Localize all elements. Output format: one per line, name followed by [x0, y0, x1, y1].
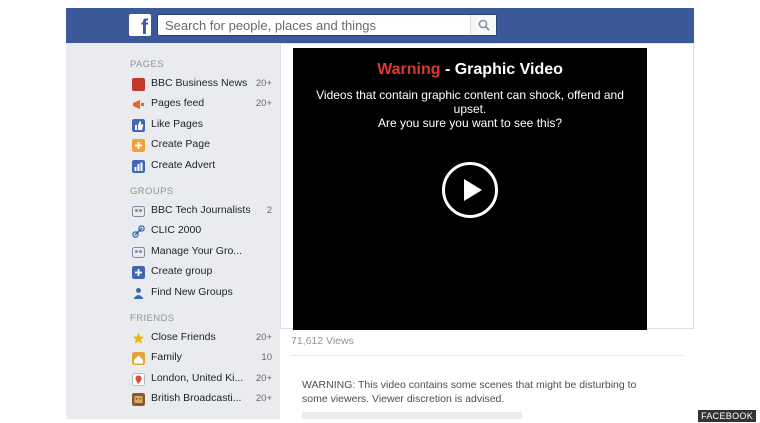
- warning-message-line: Videos that contain graphic content can …: [316, 88, 624, 116]
- view-count: 71,612 Views: [291, 335, 354, 347]
- graphic-warning-message: Videos that contain graphic content can …: [303, 88, 637, 130]
- play-icon: [464, 179, 482, 201]
- section-title-friends: FRIENDS: [130, 313, 175, 324]
- sidebar-item-like-pages[interactable]: Like Pages: [132, 118, 272, 134]
- sidebar-item-count: 20+: [255, 373, 272, 384]
- star-icon: [132, 332, 145, 344]
- sidebar-item-label: BBC Business News: [151, 77, 248, 89]
- sidebar-item-create-group[interactable]: Create group: [132, 265, 272, 281]
- sidebar-item-bbc-tech-journalists[interactable]: BBC Tech Journalists 2: [132, 204, 272, 220]
- sidebar-item-label: Create Advert: [151, 159, 216, 171]
- location-icon: [132, 373, 145, 386]
- main-content: Warning - Graphic Video Videos that cont…: [280, 43, 694, 419]
- thumbs-up-icon: [132, 119, 145, 132]
- left-sidebar: PAGES BBC Business News 20+ Pages feed 2…: [66, 43, 280, 419]
- graphic-warning-title: Warning - Graphic Video: [293, 61, 647, 79]
- sidebar-item-close-friends[interactable]: Close Friends 20+: [132, 331, 272, 347]
- sidebar-item-count: 20+: [255, 393, 272, 404]
- warning-question-line: Are you sure you want to see this?: [377, 116, 563, 130]
- sidebar-item-label: Find New Groups: [151, 286, 233, 298]
- sidebar-item-count: 2: [266, 205, 272, 216]
- warning-word: Warning: [377, 61, 441, 78]
- image-credit: FACEBOOK: [698, 410, 756, 422]
- create-page-icon: [132, 139, 145, 152]
- sidebar-item-count: 20+: [255, 98, 272, 109]
- post-warning-text: WARNING: This video contains some scenes…: [302, 379, 637, 405]
- megaphone-icon: [133, 100, 144, 109]
- sidebar-item-manage-your-groups[interactable]: Manage Your Gro...: [132, 245, 272, 261]
- sidebar-item-label: Like Pages: [151, 118, 203, 130]
- sidebar-item-label: Create group: [151, 265, 213, 277]
- sidebar-item-label: Manage Your Gro...: [151, 245, 243, 257]
- family-icon: [132, 352, 145, 365]
- sidebar-item-clic-2000[interactable]: CLIC 2000: [132, 224, 272, 240]
- sidebar-item-count: 20+: [255, 332, 272, 343]
- section-title-groups: GROUPS: [130, 186, 174, 197]
- search-input[interactable]: Search for people, places and things: [165, 18, 376, 33]
- faded-text-line: [302, 412, 522, 419]
- sidebar-item-create-page[interactable]: Create Page: [132, 138, 272, 154]
- sidebar-item-label: Create Page: [151, 138, 210, 150]
- video-player[interactable]: Warning - Graphic Video Videos that cont…: [293, 48, 647, 330]
- sidebar-item-bbc-business-news[interactable]: BBC Business News 20+: [132, 77, 272, 93]
- sidebar-item-label: Close Friends: [151, 331, 216, 343]
- sidebar-item-create-advert[interactable]: Create Advert: [132, 159, 272, 175]
- divider: [291, 355, 683, 356]
- top-navigation-bar: f Search for people, places and things: [66, 8, 694, 43]
- sidebar-item-label: London, United Ki...: [151, 372, 244, 384]
- sidebar-item-london-united-kingdom[interactable]: London, United Ki... 20+: [132, 372, 272, 388]
- search-box[interactable]: Search for people, places and things: [157, 14, 497, 36]
- group-icon: [132, 206, 145, 217]
- sidebar-item-family[interactable]: Family 10: [132, 351, 272, 367]
- link-icon: [132, 225, 145, 238]
- building-icon: [132, 393, 145, 406]
- sidebar-item-label: British Broadcasti...: [151, 392, 242, 404]
- sidebar-item-label: CLIC 2000: [151, 224, 202, 236]
- search-button[interactable]: [470, 15, 496, 35]
- sidebar-item-label: BBC Tech Journalists: [151, 204, 251, 216]
- warning-title-rest: - Graphic Video: [440, 61, 563, 78]
- create-group-icon: [132, 266, 145, 279]
- facebook-logo-icon[interactable]: f: [129, 14, 151, 39]
- play-button[interactable]: [442, 162, 498, 218]
- section-title-pages: PAGES: [130, 59, 165, 70]
- chart-icon: [132, 160, 145, 173]
- sidebar-item-british-broadcasting[interactable]: British Broadcasti... 20+: [132, 392, 272, 408]
- screenshot-frame: f Search for people, places and things P…: [0, 0, 760, 423]
- logo-letter: f: [141, 16, 148, 39]
- news-icon: [132, 78, 145, 91]
- find-groups-icon: [133, 288, 144, 299]
- sidebar-item-count: 20+: [255, 78, 272, 89]
- sidebar-item-pages-feed[interactable]: Pages feed 20+: [132, 97, 272, 113]
- sidebar-item-label: Pages feed: [151, 97, 205, 109]
- search-icon: [478, 19, 490, 31]
- group-icon: [132, 247, 145, 258]
- sidebar-item-find-new-groups[interactable]: Find New Groups: [132, 286, 272, 302]
- video-post-card: Warning - Graphic Video Videos that cont…: [280, 43, 694, 330]
- sidebar-item-label: Family: [151, 351, 182, 363]
- sidebar-item-count: 10: [261, 352, 272, 363]
